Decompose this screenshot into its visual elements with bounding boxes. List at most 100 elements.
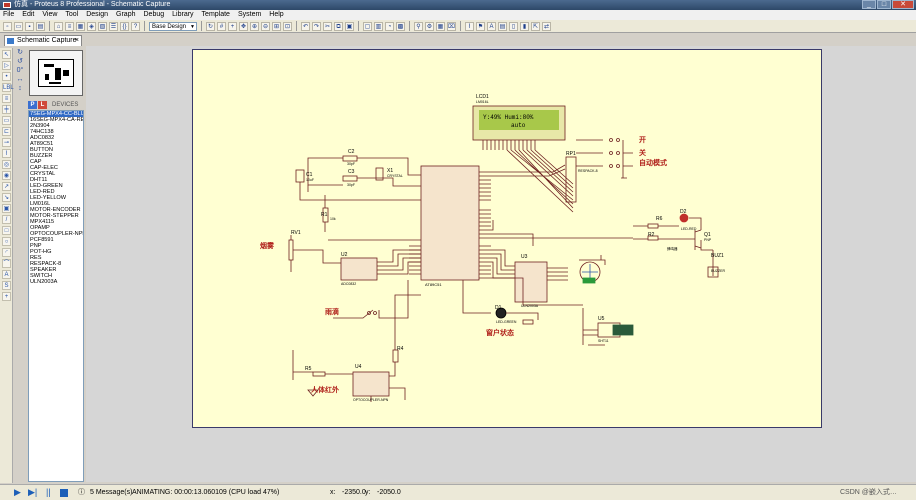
pick-device-icon[interactable]: ⚲ bbox=[414, 21, 423, 31]
menu-debug[interactable]: Debug bbox=[144, 10, 165, 20]
menu-graph[interactable]: Graph bbox=[116, 10, 135, 20]
menu-system[interactable]: System bbox=[238, 10, 261, 20]
selection-mode-icon[interactable]: ↖ bbox=[2, 50, 11, 59]
close-window-button[interactable]: ✕ bbox=[892, 0, 914, 9]
menu-edit[interactable]: Edit bbox=[22, 10, 34, 20]
zoom-all-icon[interactable]: ⊞ bbox=[272, 21, 281, 31]
buses-icon[interactable]: ╪ bbox=[2, 105, 11, 114]
messages-count[interactable]: 5 Message(s) bbox=[90, 486, 132, 500]
new-sheet-icon[interactable]: ▯ bbox=[509, 21, 518, 31]
tab-schematic-capture[interactable]: Schematic Capture × bbox=[4, 35, 82, 46]
marker-icon[interactable]: + bbox=[2, 292, 11, 301]
grid-icon[interactable]: # bbox=[217, 21, 226, 31]
remove-sheet-icon[interactable]: ▮ bbox=[520, 21, 529, 31]
terminals-icon[interactable]: ⊏ bbox=[2, 127, 11, 136]
block-delete-icon[interactable]: ▩ bbox=[396, 21, 405, 31]
menu-template[interactable]: Template bbox=[202, 10, 230, 20]
circle-icon[interactable]: ○ bbox=[2, 237, 11, 246]
voltage-probe-icon[interactable]: ↗ bbox=[2, 182, 11, 191]
tape-recorder-icon[interactable]: ◎ bbox=[2, 160, 11, 169]
path-icon[interactable]: ⌒ bbox=[2, 259, 11, 268]
symbol-icon[interactable]: S bbox=[2, 281, 11, 290]
new-file-icon[interactable]: ▫ bbox=[3, 21, 12, 31]
menu-design[interactable]: Design bbox=[86, 10, 108, 20]
wire-label-icon[interactable]: LBL bbox=[2, 83, 14, 92]
refresh-icon[interactable]: ↻ bbox=[206, 21, 215, 31]
block-rotate-icon[interactable]: ◔ bbox=[385, 21, 394, 31]
mirror-horizontal-icon[interactable]: ↔ bbox=[13, 75, 27, 84]
schematic-sheet[interactable]: AT89C51 LCD1 LM016L Y:49% Humi:80% auto … bbox=[192, 49, 822, 428]
origin-icon[interactable]: + bbox=[228, 21, 237, 31]
arc-icon[interactable]: ◜ bbox=[2, 248, 11, 257]
pcb-icon[interactable]: ▦ bbox=[76, 21, 85, 31]
u3-uln2003 bbox=[514, 261, 548, 303]
subcircuit-icon[interactable]: ▭ bbox=[2, 116, 11, 125]
line-icon[interactable]: / bbox=[2, 215, 11, 224]
current-probe-icon[interactable]: ↘ bbox=[2, 193, 11, 202]
library-manager-button[interactable]: L bbox=[38, 101, 47, 109]
zoom-out-icon[interactable]: ⊖ bbox=[261, 21, 270, 31]
paste-icon[interactable]: ▣ bbox=[345, 21, 354, 31]
rotate-anticlockwise-icon[interactable]: ↺ bbox=[13, 57, 27, 66]
netlist-icon[interactable]: ⇄ bbox=[542, 21, 551, 31]
block-move-icon[interactable]: ▥ bbox=[374, 21, 383, 31]
menu-library[interactable]: Library bbox=[172, 10, 193, 20]
label-window-state: 窗户状态 bbox=[486, 328, 514, 337]
rotate-clockwise-icon[interactable]: ↻ bbox=[13, 48, 27, 57]
pick-devices-button[interactable]: P bbox=[28, 101, 37, 109]
redo-icon[interactable]: ↷ bbox=[312, 21, 321, 31]
zoom-area-icon[interactable]: ⊡ bbox=[283, 21, 292, 31]
3d-icon[interactable]: ◈ bbox=[87, 21, 96, 31]
menu-tool[interactable]: Tool bbox=[65, 10, 78, 20]
text-icon[interactable]: A bbox=[2, 270, 11, 279]
pan-icon[interactable]: ✥ bbox=[239, 21, 248, 31]
rotation-angle[interactable]: 0° bbox=[13, 66, 27, 75]
virtual-instruments-icon[interactable]: ▣ bbox=[2, 204, 11, 213]
open-folder-icon[interactable]: ▭ bbox=[14, 21, 23, 31]
pause-icon[interactable]: || bbox=[46, 488, 55, 497]
menu-view[interactable]: View bbox=[42, 10, 57, 20]
make-device-icon[interactable]: ⚙ bbox=[425, 21, 434, 31]
source-code-icon[interactable]: {} bbox=[120, 21, 129, 31]
zoom-in-icon[interactable]: ⊕ bbox=[250, 21, 259, 31]
design-select[interactable]: Base Design ▼ bbox=[149, 21, 197, 31]
home-icon[interactable]: ⌂ bbox=[54, 21, 63, 31]
wire-autorouter-icon[interactable]: ⌇ bbox=[465, 21, 474, 31]
schematic-icon[interactable]: ≡ bbox=[65, 21, 74, 31]
generator-icon[interactable]: ◉ bbox=[2, 171, 11, 180]
overview-window[interactable] bbox=[29, 50, 83, 96]
exit-to-parent-icon[interactable]: ⇱ bbox=[531, 21, 540, 31]
bom-icon[interactable]: ☰ bbox=[109, 21, 118, 31]
close-file-icon[interactable]: ▤ bbox=[36, 21, 45, 31]
box-icon[interactable]: □ bbox=[2, 226, 11, 235]
save-icon[interactable]: ▪ bbox=[25, 21, 34, 31]
tab-close-icon[interactable]: × bbox=[75, 36, 79, 46]
pin-icon[interactable]: ⊸ bbox=[2, 138, 11, 147]
text-script-icon[interactable]: ≡ bbox=[2, 94, 11, 103]
animation-status: ANIMATING: 00:00:13.060109 (CPU load 47%… bbox=[132, 489, 280, 496]
menu-file[interactable]: File bbox=[3, 10, 14, 20]
step-icon[interactable]: ▶| bbox=[28, 488, 37, 497]
undo-icon[interactable]: ↶ bbox=[301, 21, 310, 31]
help-icon[interactable]: ? bbox=[131, 21, 140, 31]
graph-icon[interactable]: ⌇ bbox=[2, 149, 11, 158]
minimize-button[interactable]: _ bbox=[862, 0, 876, 9]
mirror-vertical-icon[interactable]: ↕ bbox=[13, 84, 27, 93]
copy-icon[interactable]: ⧉ bbox=[334, 21, 343, 31]
play-icon[interactable]: ▶ bbox=[14, 488, 23, 497]
menu-help[interactable]: Help bbox=[269, 10, 283, 20]
maximize-button[interactable]: □ bbox=[877, 0, 891, 9]
stop-icon[interactable] bbox=[60, 489, 68, 497]
package-tool-icon[interactable]: ▦ bbox=[436, 21, 445, 31]
design-explorer-icon[interactable]: ▤ bbox=[498, 21, 507, 31]
search-tag-icon[interactable]: ⚑ bbox=[476, 21, 485, 31]
property-assign-icon[interactable]: A bbox=[487, 21, 496, 31]
component-mode-icon[interactable]: ▷ bbox=[2, 61, 11, 70]
block-copy-icon[interactable]: ▢ bbox=[363, 21, 372, 31]
messages-icon[interactable]: ⓘ bbox=[78, 486, 85, 500]
decompose-icon[interactable]: ⌧ bbox=[447, 21, 456, 31]
cut-icon[interactable]: ✂ bbox=[323, 21, 332, 31]
device-item[interactable]: ULN2003A bbox=[29, 279, 83, 285]
junction-dot-icon[interactable]: • bbox=[2, 72, 11, 81]
gerber-icon[interactable]: ▧ bbox=[98, 21, 107, 31]
